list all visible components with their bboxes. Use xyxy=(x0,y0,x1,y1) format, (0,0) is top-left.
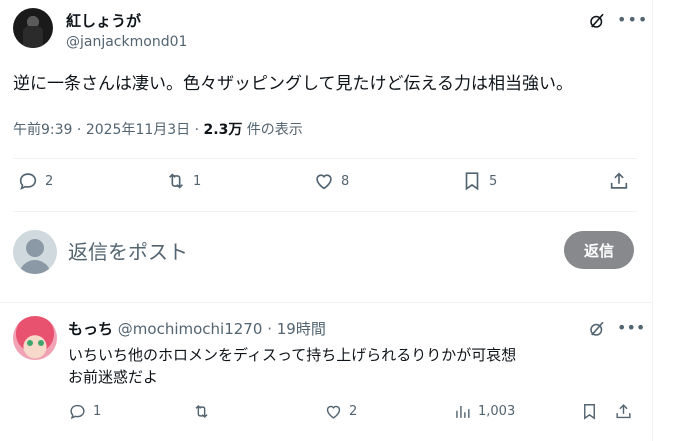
meta-separator: · xyxy=(76,122,82,138)
like-count: 8 xyxy=(341,173,350,189)
like-button[interactable]: 8 xyxy=(313,170,349,192)
tweet-text: 逆に一条さんは凄い。色々ザッピングして見たけど伝える力は相当強い。 xyxy=(13,74,573,94)
more-dots-icon[interactable]: ••• xyxy=(617,10,648,29)
retweet-count: 1 xyxy=(193,173,202,189)
bookmark-button[interactable] xyxy=(580,402,599,421)
reply-submit-button[interactable]: 返信 xyxy=(564,231,634,269)
bookmark-icon xyxy=(465,172,479,191)
my-avatar[interactable] xyxy=(13,230,57,274)
tweet-action-bar: 2 1 8 5 xyxy=(13,170,633,200)
avatar[interactable] xyxy=(13,316,57,360)
bookmark-icon xyxy=(584,404,595,420)
heart-icon xyxy=(326,405,341,419)
retweet-icon xyxy=(168,173,184,189)
tweet-date[interactable]: 2025年11月3日 xyxy=(86,122,190,138)
like-button[interactable]: 2 xyxy=(324,402,357,421)
user-handle[interactable]: @mochimochi1270 xyxy=(118,320,263,338)
share-button[interactable] xyxy=(608,170,630,192)
divider xyxy=(13,158,637,159)
share-button[interactable] xyxy=(614,402,633,421)
bookmark-button[interactable]: 5 xyxy=(461,170,497,192)
user-handle[interactable]: @janjackmond01 xyxy=(66,34,187,50)
bookmark-count: 5 xyxy=(489,173,498,189)
tweet-meta: 午前9:39 · 2025年11月3日 · 2.3万 件の表示 xyxy=(13,119,303,139)
like-count: 2 xyxy=(349,404,358,419)
reply-button[interactable]: 1 xyxy=(68,402,101,421)
grok-slash-icon[interactable] xyxy=(588,320,606,338)
retweet-button[interactable]: 1 xyxy=(165,170,201,192)
bar-chart-icon xyxy=(456,405,470,418)
reply-action-bar: 1 2 1,003 xyxy=(68,402,638,426)
display-name[interactable]: 紅しょうが xyxy=(66,10,141,31)
reply-text: いちいち他のホロメンをディスって持ち上げられるりりかが可哀想 お前迷惑だよ xyxy=(68,344,516,388)
reply-text-line: いちいち他のホロメンをディスって持ち上げられるりりかが可哀想 xyxy=(68,346,517,364)
retweet-button[interactable] xyxy=(192,402,217,421)
views-button[interactable]: 1,003 xyxy=(453,402,515,421)
tweet-time[interactable]: 午前9:39 xyxy=(13,122,72,138)
divider xyxy=(13,211,637,212)
divider xyxy=(0,302,652,303)
meta-separator: · xyxy=(194,122,200,138)
views-count: 2.3万 xyxy=(203,122,243,138)
share-upload-icon xyxy=(616,404,631,419)
share-upload-icon xyxy=(610,172,628,189)
reply-button[interactable]: 2 xyxy=(17,170,53,192)
meta-separator: · xyxy=(267,320,272,338)
avatar[interactable] xyxy=(13,8,53,48)
reply-composer-input[interactable]: 返信をポスト xyxy=(68,236,188,265)
views-label: 件の表示 xyxy=(246,122,303,138)
display-name[interactable]: もっち xyxy=(68,320,113,338)
grok-slash-icon[interactable] xyxy=(588,12,606,30)
column-border xyxy=(652,0,653,441)
more-dots-icon[interactable]: ••• xyxy=(617,318,645,337)
speech-bubble-icon xyxy=(70,404,85,420)
views-count: 1,003 xyxy=(478,404,516,419)
retweet-icon xyxy=(195,404,208,419)
reply-count: 1 xyxy=(93,404,102,419)
reply-count: 2 xyxy=(45,173,54,189)
reply-header: もっち @mochimochi1270 · 19時間 xyxy=(68,318,326,339)
reply-text-line: お前迷惑だよ xyxy=(68,368,159,386)
tweet-time[interactable]: 19時間 xyxy=(277,320,326,338)
heart-icon xyxy=(316,174,332,190)
speech-bubble-icon xyxy=(19,173,37,190)
